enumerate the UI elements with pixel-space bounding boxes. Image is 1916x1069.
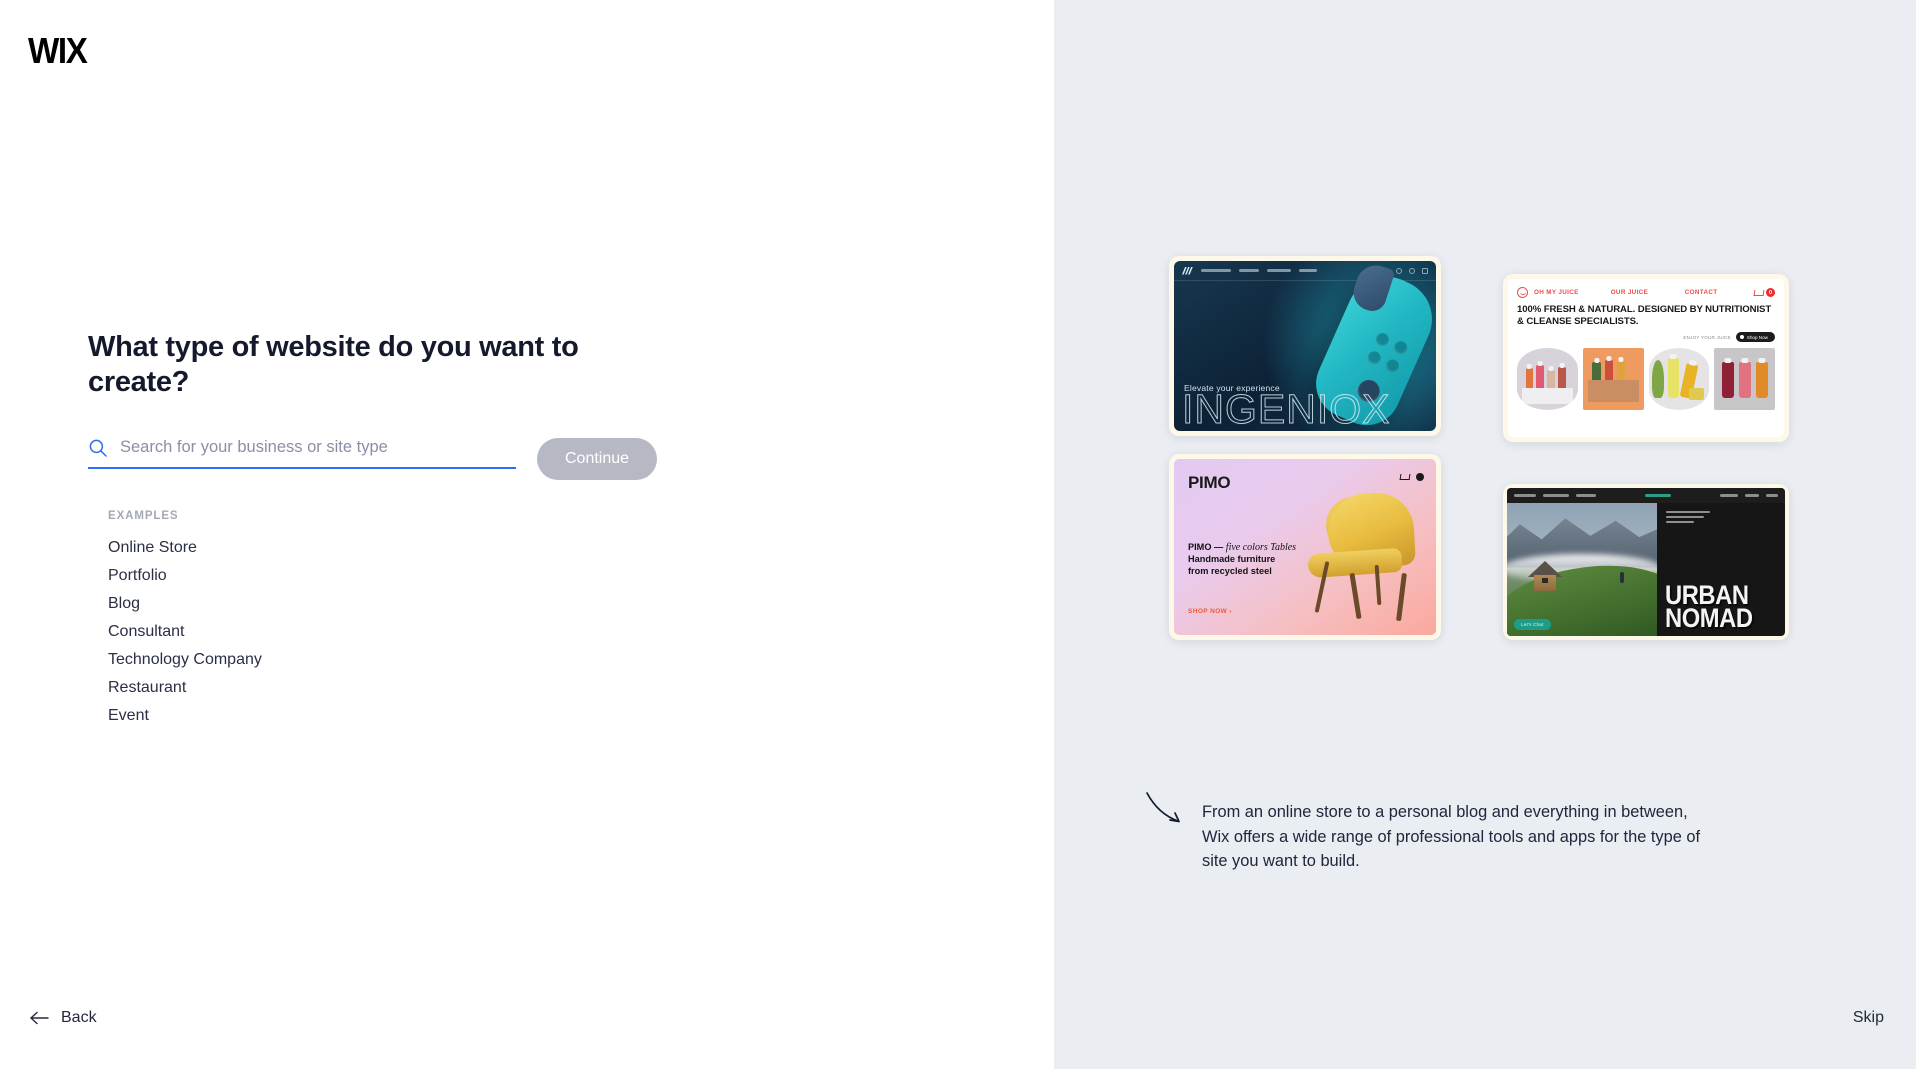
juice-nav-item-our-juice: OUR JUICE [1610,289,1649,296]
juice-product-4 [1714,348,1775,411]
urban-nav-highlight [1645,494,1671,497]
ingeniox-nav-item-sound [1299,269,1317,272]
urban-nav-item-1 [1514,494,1536,497]
urban-text-column: URBAN NOMAD [1657,503,1785,636]
ingeniox-title: INGENIOX [1181,386,1391,432]
left-panel: WIX What type of website do you want to … [0,0,1054,1069]
urban-site-preview: Let's Chat URBAN NOMAD [1507,488,1785,636]
urban-hero: Let's Chat URBAN NOMAD [1507,503,1785,636]
juice-site-preview: OH MY JUICE OUR JUICE CONTACT 0 100% FRE… [1508,279,1784,437]
pimo-shop-now-link: SHOP NOW › [1188,608,1232,615]
urban-nav-item-4 [1720,494,1738,497]
search-row: Continue [88,437,788,480]
template-previews: Elevate your experience INGENIOX OH MY J… [1169,256,1789,656]
cart-icon [1754,289,1763,297]
juice-cta-caption: ENJOY YOUR JUICE [1683,334,1731,340]
juice-product-gallery [1508,342,1784,411]
cart-icon [1400,473,1409,481]
juice-navbar: OH MY JUICE OUR JUICE CONTACT 0 [1508,279,1784,298]
wix-logo[interactable]: WIX [28,30,88,72]
dot-icon [1739,335,1744,340]
urban-navbar [1507,488,1785,503]
template-card-urban-nomad: Let's Chat URBAN NOMAD [1503,484,1789,640]
ingeniox-logo-icon [1182,266,1193,275]
pimo-copy-bold-1: PIMO — [1188,542,1224,552]
template-card-pimo: PIMO PIMO — five colors Tables Handmade … [1169,454,1441,640]
right-panel: Elevate your experience INGENIOX OH MY J… [1054,0,1916,1069]
juice-product-1 [1517,348,1578,411]
arrow-left-icon [30,1011,49,1025]
pimo-nav-icons [1400,473,1424,481]
menu-dot-icon [1416,473,1424,481]
urban-micro-copy-3 [1666,520,1695,523]
juice-shop-label: Shop Now [1746,334,1768,340]
urban-nav-item-5 [1745,494,1759,497]
site-type-form: What type of website do you want to crea… [88,330,788,730]
pimo-copy: PIMO — five colors Tables Handmade furni… [1188,541,1298,578]
examples-label: EXAMPLES [108,509,179,522]
mountain-cabin-photo: Let's Chat [1507,503,1658,636]
example-item-event[interactable]: Event [108,702,149,730]
pimo-copy-italic-1: five colors [1225,542,1268,553]
chair-image [1292,489,1420,622]
ingeniox-nav-item-gaming [1239,269,1259,272]
ingeniox-site-preview: Elevate your experience INGENIOX [1174,261,1436,431]
juice-shop-now-button: Shop Now [1735,332,1775,343]
skip-button[interactable]: Skip [1853,1009,1884,1027]
example-item-restaurant[interactable]: Restaurant [108,674,186,702]
info-note-text: From an online store to a personal blog … [1202,803,1701,871]
cart-icon [1422,267,1428,274]
cart-count-badge: 0 [1766,288,1775,297]
cabin-illustration [1528,560,1562,591]
ingeniox-nav-item-speakers [1267,269,1291,272]
example-item-blog[interactable]: Blog [108,590,140,618]
urban-title: URBAN NOMAD [1665,581,1753,633]
example-item-online-store[interactable]: Online Store [108,534,197,562]
urban-nav-item-3 [1576,494,1596,497]
search-field-wrapper[interactable] [88,438,516,469]
juice-product-3 [1648,348,1710,411]
back-button[interactable]: Back [30,1009,97,1027]
search-icon [1396,267,1402,274]
juice-headline: 100% FRESH & NATURAL. DESIGNED BY NUTRIT… [1517,304,1772,327]
example-item-technology-company[interactable]: Technology Company [108,646,262,674]
urban-micro-copy-2 [1666,515,1705,519]
continue-button[interactable]: Continue [537,437,658,480]
onboarding-screen: WIX What type of website do you want to … [0,0,1916,1069]
juice-cta-row: ENJOY YOUR JUICE Shop Now [1508,327,1784,343]
info-note: From an online store to a personal blog … [1144,792,1784,874]
template-card-ingeniox: Elevate your experience INGENIOX [1169,256,1441,436]
pimo-site-preview: PIMO PIMO — five colors Tables Handmade … [1174,459,1436,635]
search-icon [89,439,107,457]
examples-list: Online Store Portfolio Blog Consultant T… [108,534,788,730]
urban-micro-copy-1 [1666,511,1711,514]
urban-title-line-2: NOMAD [1665,602,1753,633]
back-button-label: Back [61,1009,97,1026]
juice-nav-item-contact: CONTACT [1684,289,1718,296]
ingeniox-nav-icons [1396,267,1428,274]
curved-arrow-icon [1146,792,1180,823]
page-title: What type of website do you want to crea… [88,331,579,398]
juice-product-2 [1582,348,1644,411]
example-item-consultant[interactable]: Consultant [108,618,185,646]
juice-cart: 0 [1754,288,1775,297]
ingeniox-nav-item-technology [1201,269,1231,272]
urban-nav-item-6 [1766,494,1778,497]
pimo-logo: PIMO [1188,473,1231,492]
account-icon [1409,267,1415,274]
urban-nav-item-2 [1543,494,1569,497]
template-card-oh-my-juice: OH MY JUICE OUR JUICE CONTACT 0 100% FRE… [1503,274,1789,442]
search-input[interactable] [120,438,516,458]
pimo-copy-bold-2: Handmade furniture from recycled steel [1188,554,1276,576]
urban-lets-chat-button: Let's Chat [1514,619,1551,630]
juice-nav-item-brand: OH MY JUICE [1534,289,1579,296]
example-item-portfolio[interactable]: Portfolio [108,562,167,590]
hiker-figure [1620,571,1625,583]
juice-logo-icon [1517,287,1528,298]
